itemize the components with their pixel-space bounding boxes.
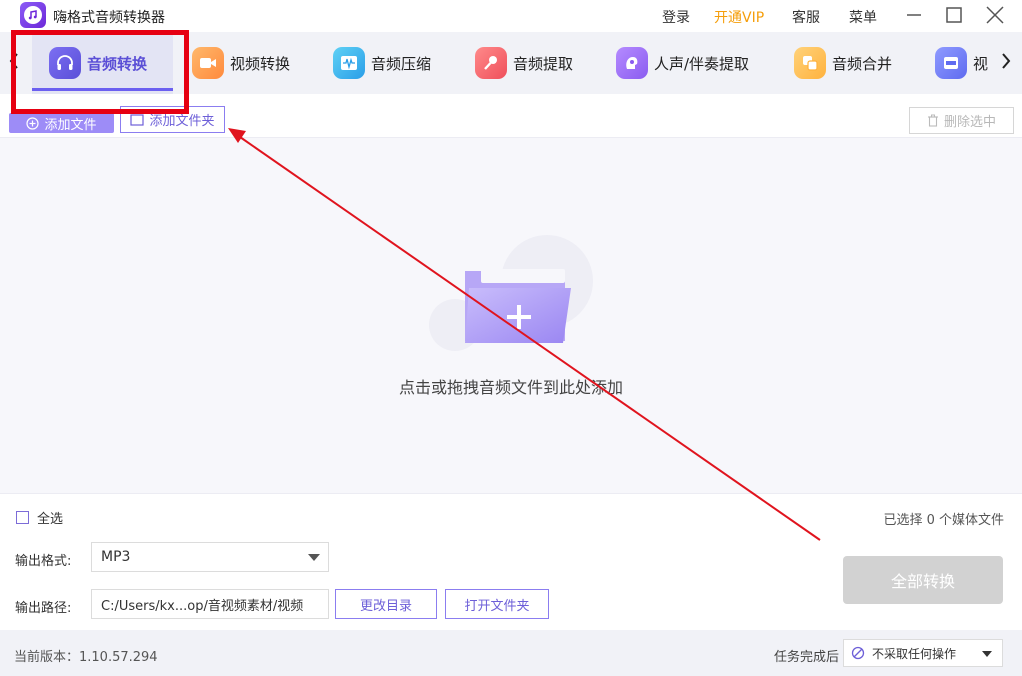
vip-link[interactable]: 开通VIP <box>714 7 764 27</box>
add-file-button[interactable]: 添加文件 <box>9 113 114 133</box>
tab-audio-compress[interactable]: 音频压缩 <box>333 32 431 94</box>
file-drop-area[interactable] <box>0 137 1022 494</box>
after-task-value: 不采取任何操作 <box>872 646 957 661</box>
tab-label: 视频转换 <box>230 54 291 73</box>
delete-selected-button[interactable]: 删除选中 <box>909 107 1014 134</box>
convert-all-button[interactable]: 全部转换 <box>843 556 1003 604</box>
tab-audio-merge[interactable]: 音频合并 <box>794 32 892 94</box>
close-icon[interactable] <box>982 3 1008 27</box>
change-directory-button[interactable]: 更改目录 <box>335 589 437 619</box>
add-file-label: 添加文件 <box>44 117 97 133</box>
select-all-checkbox[interactable]: 全选 <box>16 508 63 527</box>
format-label: 输出格式: <box>15 554 72 569</box>
gif-icon <box>935 47 967 79</box>
after-task-label: 任务完成后 <box>774 650 840 665</box>
path-value: C:/Users/kx...op/音视频素材/视频 <box>101 598 304 614</box>
service-link[interactable]: 客服 <box>792 7 820 27</box>
tab-label: 音频合并 <box>832 54 893 73</box>
no-action-icon <box>851 646 865 660</box>
after-task-select[interactable]: 不采取任何操作 <box>843 639 1003 667</box>
minimize-icon[interactable] <box>901 3 927 27</box>
voice-icon <box>616 47 648 79</box>
app-logo-icon <box>20 2 46 28</box>
tab-label: 视 <box>973 54 989 73</box>
open-folder-button[interactable]: 打开文件夹 <box>445 589 549 619</box>
format-value: MP3 <box>101 549 131 565</box>
delete-selected-label: 删除选中 <box>943 115 996 130</box>
folder-icon <box>130 113 145 126</box>
output-format-select[interactable]: MP3 <box>91 542 329 572</box>
drop-hint-text: 点击或拖拽音频文件到此处添加 <box>398 378 623 397</box>
video-camera-icon <box>192 47 224 79</box>
annotation-highlight-box <box>11 30 189 114</box>
title-bar: 嗨格式音频转换器 登录 开通VIP 客服 菜单 <box>0 0 1022 32</box>
login-link[interactable]: 登录 <box>662 7 690 27</box>
waveform-icon <box>333 47 365 79</box>
tab-vocal-extract[interactable]: 人声/伴奏提取 <box>616 32 749 94</box>
chevron-down-icon <box>308 554 320 561</box>
checkbox-box <box>16 511 29 524</box>
tab-scroll-right-icon[interactable] <box>1000 52 1012 75</box>
tab-audio-extract[interactable]: 音频提取 <box>475 32 573 94</box>
maximize-icon[interactable] <box>941 3 967 27</box>
tab-video-convert[interactable]: 视频转换 <box>192 32 290 94</box>
tab-label: 人声/伴奏提取 <box>654 54 750 73</box>
add-folder-illustration-icon <box>429 235 593 351</box>
menu-link[interactable]: 菜单 <box>849 7 877 27</box>
chevron-down-icon <box>982 651 992 657</box>
output-path-field[interactable]: C:/Users/kx...op/音视频素材/视频 <box>91 589 329 619</box>
tab-video-gif[interactable]: 视 <box>935 32 988 94</box>
plus-circle-icon <box>26 116 40 130</box>
trash-icon <box>927 114 938 127</box>
microphone-icon <box>475 47 507 79</box>
selected-count-text: 已选择 0 个媒体文件 <box>883 513 1004 528</box>
tab-label: 音频压缩 <box>371 54 432 73</box>
merge-icon <box>794 47 826 79</box>
path-label: 输出路径: <box>15 601 72 616</box>
version-text: 当前版本：1.10.57.294 <box>14 650 158 665</box>
app-title: 嗨格式音频转换器 <box>53 10 165 26</box>
select-all-label: 全选 <box>37 512 64 527</box>
tab-label: 音频提取 <box>513 54 574 73</box>
